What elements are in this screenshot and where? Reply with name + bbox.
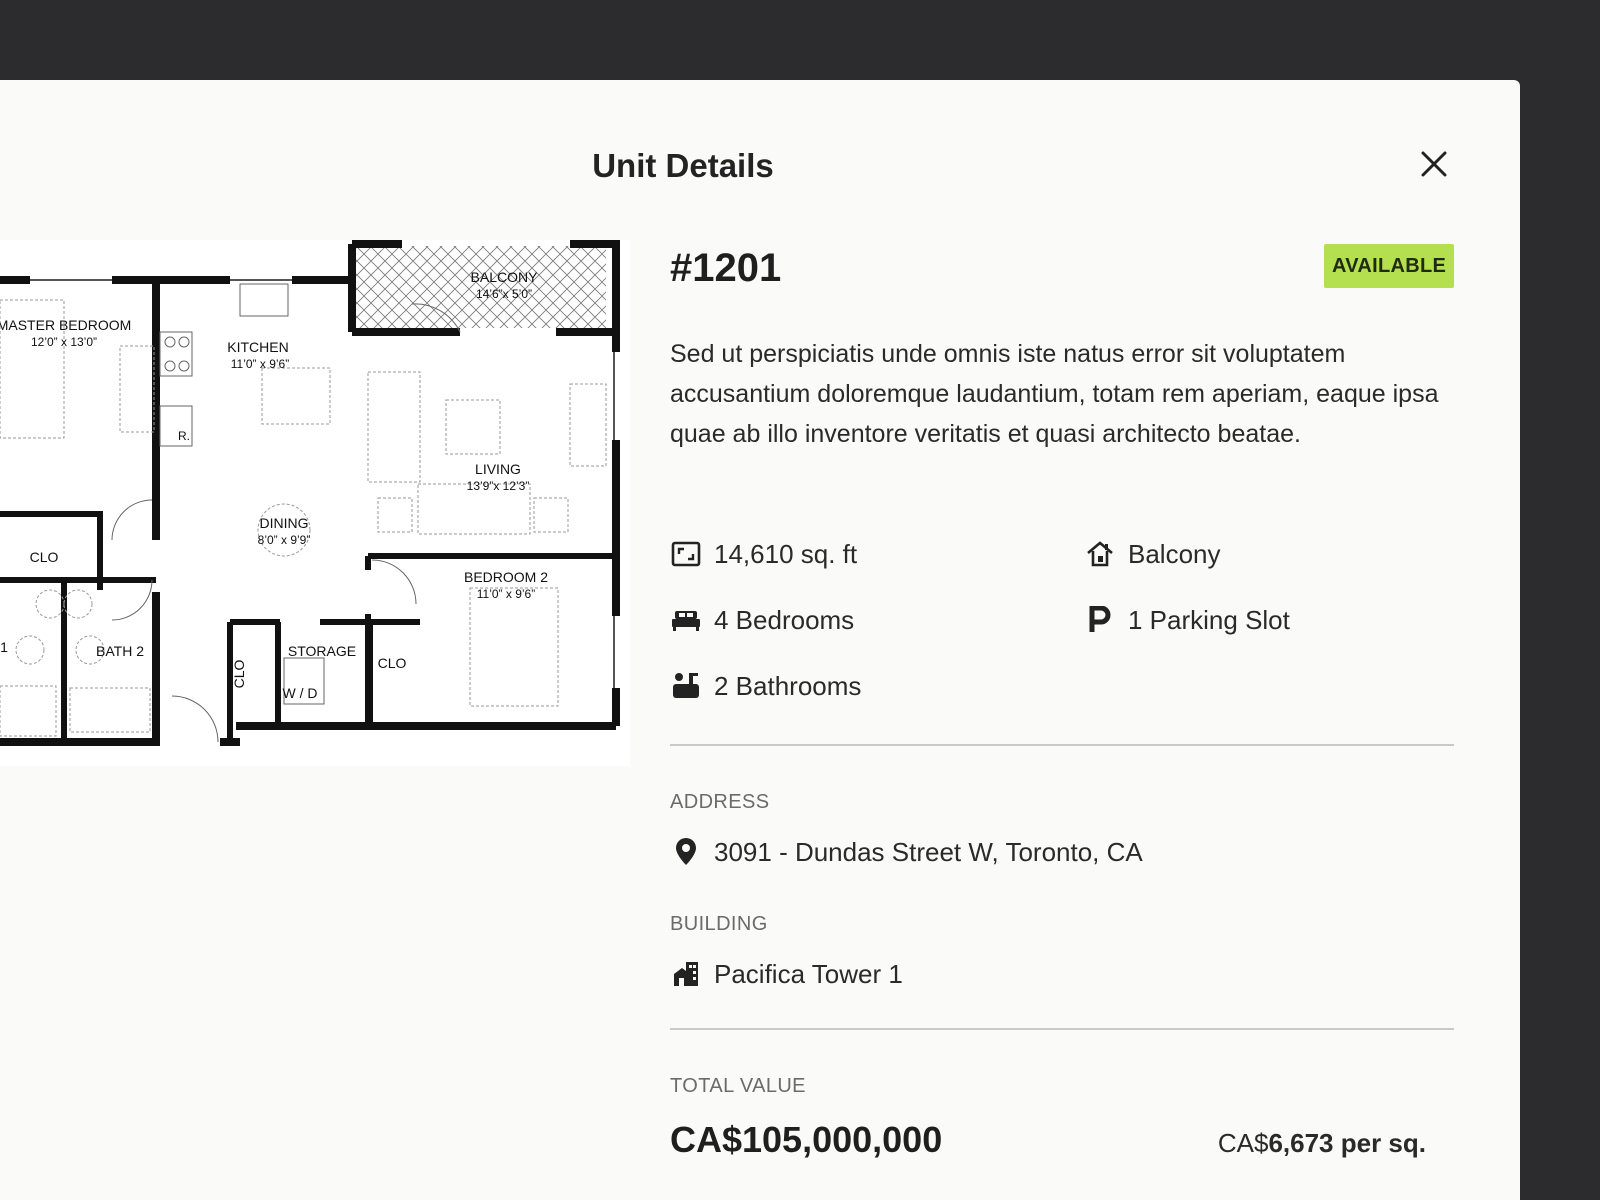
feature-balcony: Balcony xyxy=(1084,534,1221,574)
price-per-sq-prefix: CA$ xyxy=(1217,1128,1269,1158)
address-row: 3091 - Dundas Street W, Toronto, CA xyxy=(670,832,1143,872)
feature-parking-label: 1 Parking Slot xyxy=(1128,604,1290,635)
feature-area: 14,610 sq. ft xyxy=(670,534,857,574)
address-heading: ADDRESS xyxy=(670,791,770,813)
label-closet-left: CLO xyxy=(30,549,59,565)
label-fridge: R. xyxy=(178,429,190,443)
room-size-master-bedroom: 12’0” x 13’0” xyxy=(31,335,97,349)
room-name-living: LIVING xyxy=(475,461,521,477)
building-icon xyxy=(670,958,702,990)
divider xyxy=(670,744,1454,746)
room-name-bedroom-2: BEDROOM 2 xyxy=(464,569,548,585)
balcony-icon xyxy=(1084,538,1116,570)
floorplan-image: MASTER BEDROOM 12’0” x 13’0” KITCHEN 11’… xyxy=(0,240,630,766)
label-washer-dryer: W / D xyxy=(283,685,318,701)
room-size-dining: 8’0” x 9’9” xyxy=(258,533,311,547)
close-button[interactable] xyxy=(1416,146,1452,182)
unit-description: Sed ut perspiciatis unde omnis iste natu… xyxy=(670,340,1439,448)
label-closet-right: CLO xyxy=(378,655,407,671)
feature-area-label: 14,610 sq. ft xyxy=(714,538,858,569)
floorplan-drawing: MASTER BEDROOM 12’0” x 13’0” KITCHEN 11’… xyxy=(0,240,620,746)
label-storage: STORAGE xyxy=(288,643,356,659)
label-closet-vertical: CLO xyxy=(231,660,247,689)
label-bath-1-partial: 1 xyxy=(0,639,8,655)
price-per-sq: CA$6,673 per sq. xyxy=(1150,1126,1426,1160)
divider xyxy=(670,1028,1454,1030)
bed-icon xyxy=(670,604,702,636)
room-size-living: 13’9”x 12’3” xyxy=(467,479,530,493)
total-value-heading: TOTAL VALUE xyxy=(670,1075,806,1097)
room-size-kitchen: 11’0” x 9’6” xyxy=(231,357,289,371)
location-pin-icon xyxy=(670,836,702,868)
modal-title: Unit Details xyxy=(592,147,774,184)
feature-bedrooms-label: 4 Bedrooms xyxy=(714,604,855,635)
price-per-sq-amount: 6,673 per sq. xyxy=(1268,1128,1426,1158)
room-name-master-bedroom: MASTER BEDROOM xyxy=(0,317,131,333)
building-row: Pacifica Tower 1 xyxy=(670,954,903,994)
feature-bathrooms-label: 2 Bathrooms xyxy=(714,670,862,701)
status-badge: AVAILABLE xyxy=(1324,244,1455,288)
feature-bathrooms: 2 Bathrooms xyxy=(670,666,861,706)
room-size-bedroom-2: 11’0” x 9’6” xyxy=(477,587,535,601)
total-value-amount: CA$105,000,000 xyxy=(670,1119,943,1160)
feature-balcony-label: Balcony xyxy=(1128,538,1221,569)
unit-number: #1201 xyxy=(670,246,782,290)
area-icon xyxy=(670,538,702,570)
close-icon xyxy=(1421,151,1447,177)
feature-parking: 1 Parking Slot xyxy=(1084,600,1290,640)
feature-bedrooms: 4 Bedrooms xyxy=(670,600,854,640)
room-name-kitchen: KITCHEN xyxy=(227,339,288,355)
address-value: 3091 - Dundas Street W, Toronto, CA xyxy=(714,836,1143,867)
bath-icon xyxy=(670,670,702,702)
room-size-balcony: 14’6”x 5’0” xyxy=(476,287,532,301)
room-name-balcony: BALCONY xyxy=(471,269,539,285)
building-heading: BUILDING xyxy=(670,913,768,935)
building-value: Pacifica Tower 1 xyxy=(714,958,903,989)
room-name-dining: DINING xyxy=(260,515,309,531)
parking-icon xyxy=(1084,604,1116,636)
label-bath-2: BATH 2 xyxy=(96,643,144,659)
